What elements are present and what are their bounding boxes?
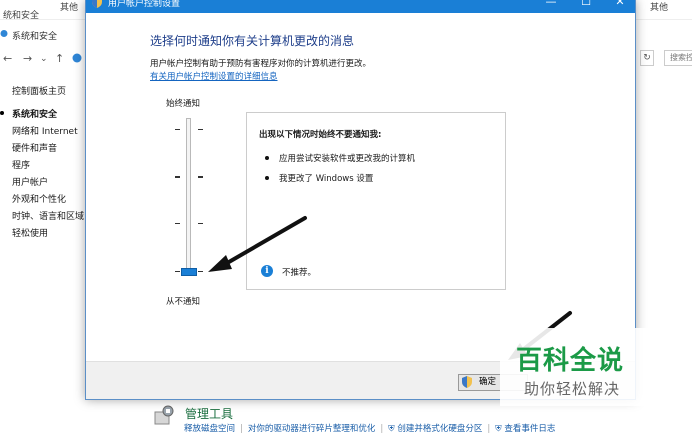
slider-bottom-label: 从不通知 [166, 297, 201, 307]
sidebar-item-appearance[interactable]: 外观和个性化 [12, 192, 84, 209]
search-input[interactable]: 搜索控 [664, 50, 692, 66]
info-item: 应用尝试安装软件或更改我的计算机 [279, 154, 416, 164]
uac-shield-icon [462, 376, 472, 388]
dialog-description: 用户帐户控制有助于预防有害程序对你的计算机进行更改。 [150, 59, 372, 69]
info-icon: i [261, 265, 273, 277]
close-icon[interactable]: ✕ [610, 0, 630, 8]
control-panel-icon [0, 30, 8, 37]
recommendation-text: 不推荐。 [282, 268, 317, 278]
slider-thumb[interactable] [181, 268, 197, 276]
sidebar-item-programs[interactable]: 程序 [12, 158, 84, 175]
shield-icon: ⛨ [388, 424, 395, 434]
control-panel-title: 统和安全 [3, 11, 40, 21]
sidebar-home-link[interactable]: 控制面板主页 [12, 84, 66, 97]
sidebar-nav: 系统和安全 网络和 Internet 硬件和声音 程序 用户帐户 外观和个性化 … [12, 107, 84, 243]
slider-top-label: 始终通知 [166, 99, 201, 109]
admin-tools-links: 释放磁盘空间 | 对你的驱动器进行碎片整理和优化 | ⛨ 创建并格式化硬盘分区 | ⛨ 查看… [184, 424, 556, 434]
slider-tick [198, 271, 203, 272]
link-create-partition[interactable]: 创建并格式化硬盘分区 [397, 424, 482, 434]
address-folder-icon [72, 53, 82, 63]
slider-tick [175, 176, 180, 178]
slider-tick [198, 176, 203, 178]
sidebar-item-network[interactable]: 网络和 Internet [12, 124, 84, 141]
link-event-log[interactable]: 查看事件日志 [504, 424, 555, 434]
uac-shield-icon [92, 0, 102, 8]
sidebar-item-system-security[interactable]: 系统和安全 [12, 107, 84, 124]
minimize-icon[interactable]: — [541, 0, 561, 8]
sidebar-active-bullet [0, 111, 4, 115]
forward-arrow-icon[interactable]: → [23, 52, 32, 65]
watermark-subtitle: 助你轻松解决 [524, 380, 621, 398]
sidebar-item-user-accounts[interactable]: 用户帐户 [12, 175, 84, 192]
sidebar-item-ease-of-access[interactable]: 轻松使用 [12, 226, 84, 243]
slider-tick [175, 271, 180, 272]
slider-tick [175, 129, 180, 130]
chevron-down-icon[interactable]: ⌄ [40, 54, 48, 64]
notification-slider-track[interactable] [186, 118, 191, 276]
bullet-icon [265, 156, 269, 160]
dialog-title: 用户帐户控制设置 [108, 0, 181, 9]
watermark-title: 百科全说 [516, 346, 625, 376]
uac-details-link[interactable]: 有关用户帐户控制设置的详细信息 [150, 70, 278, 82]
slider-tick [198, 129, 203, 130]
up-arrow-icon[interactable]: ↑ [55, 52, 64, 65]
sidebar-item-clock-region[interactable]: 时钟、语言和区域 [12, 209, 84, 226]
info-item: 我更改了 Windows 设置 [279, 174, 374, 184]
slider-tick [198, 223, 203, 224]
watermark: 百科全说 助你轻松解决 [500, 328, 662, 406]
sidebar-item-hardware-sound[interactable]: 硬件和声音 [12, 141, 84, 158]
dialog-heading: 选择何时通知你有关计算机更改的消息 [150, 34, 355, 48]
shield-icon: ⛨ [495, 424, 502, 434]
ribbon-tab-right[interactable]: 其他 [650, 0, 668, 13]
link-free-disk-space[interactable]: 释放磁盘空间 [184, 424, 235, 434]
admin-tools-icon [154, 405, 174, 425]
slider-tick [175, 223, 180, 224]
link-defragment[interactable]: 对你的驱动器进行碎片整理和优化 [248, 424, 376, 434]
refresh-icon[interactable]: ↻ [640, 50, 654, 66]
info-title: 出现以下情况时始终不要通知我: [259, 130, 382, 140]
setting-description-panel: 出现以下情况时始终不要通知我: 应用尝试安装软件或更改我的计算机 我更改了 Wi… [246, 112, 506, 290]
maximize-icon[interactable]: ☐ [576, 0, 596, 8]
address-bar-path[interactable]: 系统和安全 [12, 29, 57, 42]
ribbon-tab-left[interactable]: 其他 [60, 0, 78, 13]
admin-tools-title[interactable]: 管理工具 [185, 405, 233, 422]
bullet-icon [265, 176, 269, 180]
back-arrow-icon[interactable]: ← [3, 52, 12, 65]
